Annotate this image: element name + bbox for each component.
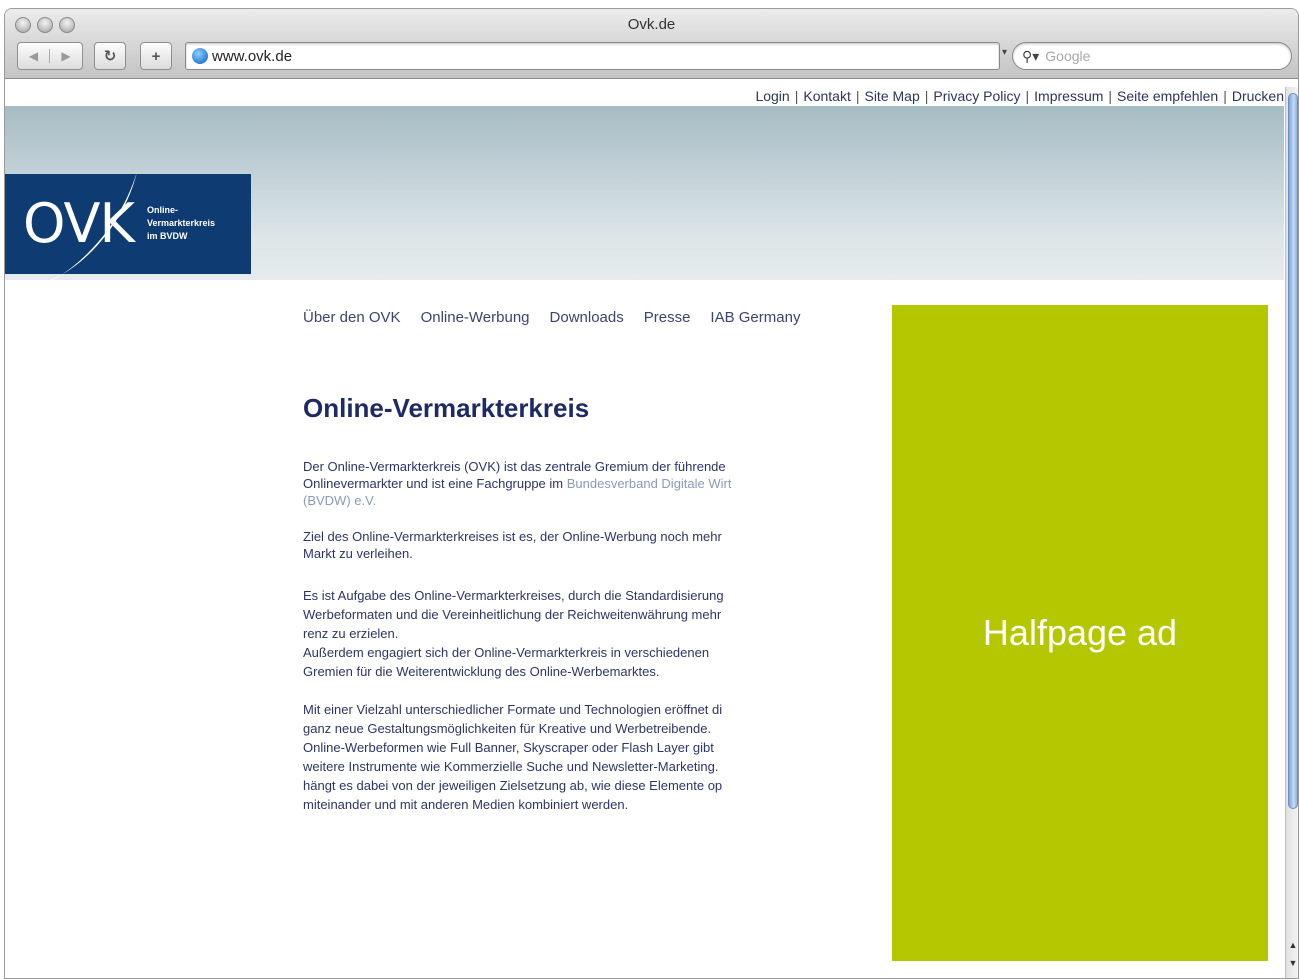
globe-icon [192, 48, 208, 64]
paragraph-line: Werbeformaten und die Vereinheitlichung … [303, 607, 722, 622]
ad-label: Halfpage ad [982, 612, 1178, 653]
separator: | [794, 88, 799, 104]
paragraph-line: ganz neue Gestaltungsmöglichkeiten für K… [303, 721, 712, 736]
add-bookmark-button[interactable]: + [140, 42, 172, 70]
url-text: www.ovk.de [212, 47, 293, 65]
browser-window: Ovk.de ◀ ▶ ↻ + www.ovk.de ▾ ⚲▾ Google OV… [4, 8, 1299, 979]
reload-icon: ↻ [103, 48, 117, 65]
separator: | [1025, 88, 1030, 104]
back-forward-buttons: ◀ ▶ [17, 42, 83, 70]
ovk-logo[interactable]: OVK Online- Vermarkterkreis im BVDW [5, 172, 251, 287]
kontakt-link[interactable]: Kontakt [803, 88, 850, 104]
back-arrow-icon[interactable]: ◀ [18, 49, 50, 63]
seite-empfehlen-link[interactable]: Seite empfehlen [1117, 88, 1218, 104]
header-banner: OVK Online- Vermarkterkreis im BVDW [5, 106, 1284, 287]
search-placeholder: Google [1045, 48, 1091, 64]
paragraph-line: miteinander und mit anderen Medien kombi… [303, 797, 629, 812]
reload-button[interactable]: ↻ [94, 42, 126, 70]
separator: | [1108, 88, 1113, 104]
halfpage-ad[interactable]: Halfpage ad [892, 305, 1268, 961]
separator: | [924, 88, 929, 104]
web-page: OVK Online- Vermarkterkreis im BVDW Logi… [5, 80, 1284, 978]
scroll-arrows: ▲ ▼ [1286, 936, 1298, 972]
paragraph-line: hängt es dabei von der jeweiligen Zielse… [303, 778, 723, 793]
bvdw-link-continued[interactable]: (BVDW) e.V. [303, 492, 859, 509]
paragraph-line: Onlinevermarkter und ist eine Fachgruppe… [303, 475, 859, 492]
site-map-link[interactable]: Site Map [864, 88, 919, 104]
scroll-up-icon[interactable]: ▲ [1286, 936, 1298, 954]
login-link[interactable]: Login [755, 88, 789, 104]
magnifier-icon: ⚲▾ [1022, 47, 1040, 64]
scroll-down-icon[interactable]: ▼ [1286, 954, 1298, 972]
search-input[interactable]: ⚲▾ Google [1012, 42, 1292, 70]
plus-icon: + [151, 47, 161, 65]
paragraph-text: Onlinevermarkter und ist eine Fachgruppe… [303, 476, 567, 491]
bvdw-link[interactable]: Bundesverband Digitale Wirt [567, 476, 732, 491]
nav-item-iab-germany[interactable]: IAB Germany [710, 309, 800, 326]
impressum-link[interactable]: Impressum [1034, 88, 1103, 104]
nav-item-online-werbung[interactable]: Online-Werbung [421, 309, 530, 326]
nav-item-presse[interactable]: Presse [644, 309, 691, 326]
url-dropdown-icon[interactable]: ▾ [1002, 47, 1007, 58]
paragraph-line: Mit einer Vielzahl unterschiedlicher For… [303, 702, 723, 717]
paragraph-line: Gremien für die Weiterentwicklung des On… [303, 664, 660, 679]
page-title: Online-Vermarkterkreis [303, 393, 590, 423]
scrollbar-thumb[interactable] [1288, 93, 1298, 809]
nav-item-downloads[interactable]: Downloads [550, 309, 624, 326]
logo-tagline-line: Online- [147, 205, 178, 215]
address-bar[interactable]: www.ovk.de [185, 42, 1000, 70]
separator: | [1223, 88, 1227, 104]
drucken-link[interactable]: Drucken [1232, 88, 1284, 104]
logo-tagline-line: Vermarkterkreis [147, 218, 216, 228]
window-title: Ovk.de [627, 16, 676, 33]
paragraph-line: renz zu erzielen. [303, 626, 399, 641]
paragraph-line: Es ist Aufgabe des Online-Vermarkterkrei… [303, 588, 724, 603]
logo-tagline-line: im BVDW [147, 231, 188, 241]
body-copy: Der Online-Vermarkterkreis (OVK) ist das… [303, 458, 859, 814]
paragraph-line: Außerdem engagiert sich der Online-Verma… [303, 645, 710, 660]
nav-item-ueber-den-ovk[interactable]: Über den OVK [303, 309, 401, 326]
paragraph-line: Markt zu verleihen. [303, 546, 413, 561]
paragraph-line: Ziel des Online-Vermarkterkreises ist es… [303, 529, 722, 544]
privacy-policy-link[interactable]: Privacy Policy [933, 88, 1020, 104]
separator: | [855, 88, 860, 104]
vertical-scrollbar[interactable]: ▲ ▼ [1285, 87, 1298, 978]
paragraph-line: Online-Werbeformen wie Full Banner, Skys… [303, 740, 714, 755]
main-nav: Über den OVK Online-Werbung Downloads Pr… [303, 309, 800, 326]
forward-arrow-icon[interactable]: ▶ [50, 49, 82, 63]
utility-nav: Login | Kontakt | Site Map | Privacy Policy | Im… [755, 88, 1284, 104]
paragraph-line: Der Online-Vermarkterkreis (OVK) ist das… [303, 459, 726, 474]
title-bar: Ovk.de ◀ ▶ ↻ + www.ovk.de ▾ ⚲▾ Google [5, 9, 1298, 79]
logo-tagline: Online- Vermarkterkreis im BVDW [147, 204, 243, 243]
paragraph-line: weitere Instrumente wie Kommerzielle Suc… [303, 759, 719, 774]
logo-wordmark: OVK [23, 192, 135, 255]
